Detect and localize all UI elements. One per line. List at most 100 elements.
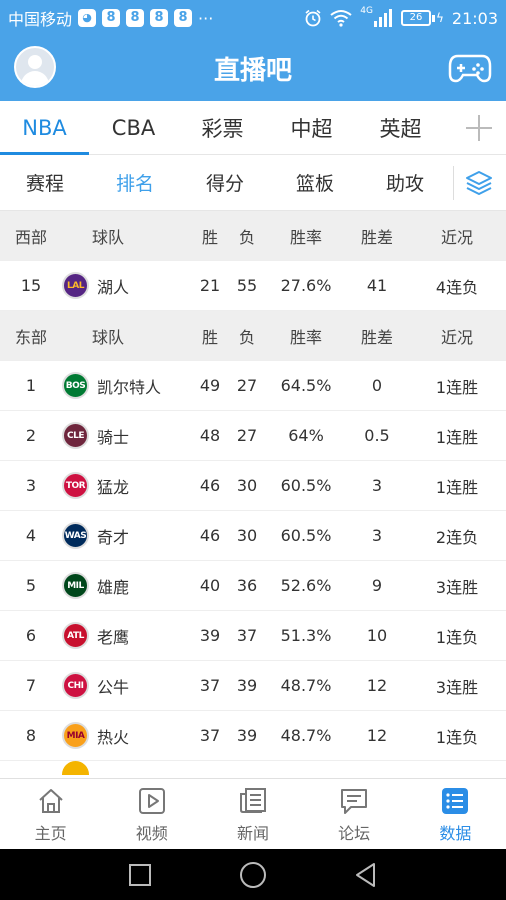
tab-epl[interactable]: 英超 <box>356 101 445 155</box>
win-pct: 51.3% <box>280 626 332 645</box>
team-name: 公牛 <box>97 677 130 697</box>
nav-data[interactable]: 数据 <box>405 779 506 850</box>
battery-icon: 26 ϟ <box>400 10 444 26</box>
losses: 37 <box>236 626 258 645</box>
team-logo-icon: ATL <box>62 622 89 649</box>
team-name: 雄鹿 <box>97 577 130 597</box>
tab-assists[interactable]: 助攻 <box>360 169 450 196</box>
tab-lottery[interactable]: 彩票 <box>178 101 267 155</box>
notification-icon-3: 8 <box>150 9 169 27</box>
nav-news[interactable]: 新闻 <box>202 779 303 850</box>
streak: 1连胜 <box>435 377 479 397</box>
games-behind: 12 <box>366 726 388 745</box>
rank: 7 <box>25 676 37 695</box>
tab-schedule[interactable]: 赛程 <box>0 169 90 196</box>
table-row[interactable]: 6 ATL 老鹰 39 37 51.3% 10 1连负 <box>0 611 506 661</box>
table-row[interactable]: 2 CLE 骑士 48 27 64% 0.5 1连胜 <box>0 411 506 461</box>
win-pct: 64.5% <box>280 376 332 395</box>
alarm-icon <box>305 9 321 27</box>
streak: 1连胜 <box>435 477 479 497</box>
rank: 4 <box>25 526 37 545</box>
team-logo-icon: MIL <box>62 572 89 599</box>
layers-icon[interactable] <box>464 168 494 198</box>
tab-csl[interactable]: 中超 <box>267 101 356 155</box>
nav-label: 数据 <box>439 823 472 843</box>
table-row[interactable]: 15 LAL 湖人 21 55 27.6% 41 4连负 <box>0 261 506 311</box>
losses: 27 <box>236 426 258 445</box>
table-header-west: 西部 球队 胜 负 胜率 胜差 近况 <box>0 211 506 261</box>
table-row[interactable]: 1 BOS 凯尔特人 49 27 64.5% 0 1连胜 <box>0 361 506 411</box>
status-bar: 中国移动 ◕ 8 8 8 8 ··· 4G 26 ϟ 21:03 <box>0 0 506 36</box>
tab-cba[interactable]: CBA <box>89 101 178 155</box>
conference-label: 东部 <box>14 327 47 347</box>
table-row[interactable]: 4 WAS 奇才 46 30 60.5% 3 2连负 <box>0 511 506 561</box>
news-icon <box>239 787 266 813</box>
recents-button[interactable] <box>129 864 151 886</box>
table-row[interactable]: 3 TOR 猛龙 46 30 60.5% 3 1连胜 <box>0 461 506 511</box>
team-name: 猛龙 <box>97 477 130 497</box>
tab-points[interactable]: 得分 <box>180 169 270 196</box>
battery-level: 26 <box>400 10 431 26</box>
data-icon <box>442 787 469 814</box>
losses: 27 <box>236 376 258 395</box>
team-name: 凯尔特人 <box>97 377 162 397</box>
streak-column-header: 近况 <box>440 327 473 347</box>
page-title: 直播吧 <box>213 56 292 86</box>
losses: 30 <box>236 476 258 495</box>
add-tab-icon[interactable] <box>466 115 492 141</box>
network-type-label: 4G <box>360 6 373 16</box>
games-behind: 3 <box>371 526 383 545</box>
streak: 1连负 <box>435 727 479 747</box>
team-name: 热火 <box>97 727 130 747</box>
tab-rebounds[interactable]: 篮板 <box>270 169 360 196</box>
streak: 3连胜 <box>435 577 479 597</box>
app-header: 直播吧 <box>0 36 506 101</box>
home-button[interactable] <box>240 862 266 888</box>
signal-icon <box>373 9 392 27</box>
nav-label: 新闻 <box>236 823 269 843</box>
games-behind: 41 <box>366 276 388 295</box>
streak: 4连负 <box>435 277 479 297</box>
conference-label: 西部 <box>14 227 47 247</box>
games-behind: 10 <box>366 626 388 645</box>
losses: 30 <box>236 526 258 545</box>
wins: 39 <box>199 626 221 645</box>
table-row[interactable]: 5 MIL 雄鹿 40 36 52.6% 9 3连胜 <box>0 561 506 611</box>
wins: 48 <box>199 426 221 445</box>
team-name: 老鹰 <box>97 627 130 647</box>
losses: 36 <box>236 576 258 595</box>
gb-column-header: 胜差 <box>360 327 393 347</box>
tab-standings[interactable]: 排名 <box>90 169 180 196</box>
back-button[interactable] <box>352 861 380 889</box>
rank: 8 <box>25 726 37 745</box>
nav-label: 视频 <box>135 823 168 843</box>
wins: 37 <box>199 676 221 695</box>
rank: 5 <box>25 576 37 595</box>
win-pct: 60.5% <box>280 526 332 545</box>
standings-table: 西部 球队 胜 负 胜率 胜差 近况 15 LAL 湖人 21 55 27.6%… <box>0 211 506 778</box>
forum-icon <box>341 788 368 814</box>
table-row[interactable]: 7 CHI 公牛 37 39 48.7% 12 3连胜 <box>0 661 506 711</box>
streak: 2连负 <box>435 527 479 547</box>
losses: 39 <box>236 726 258 745</box>
win-pct: 27.6% <box>280 276 332 295</box>
wins: 40 <box>199 576 221 595</box>
table-row[interactable]: 8 MIA 热火 37 39 48.7% 12 1连负 <box>0 711 506 761</box>
wins: 46 <box>199 526 221 545</box>
nav-video[interactable]: 视频 <box>101 779 202 850</box>
games-behind: 0.5 <box>364 426 390 445</box>
nav-label: 论坛 <box>338 823 371 843</box>
gamepad-icon[interactable] <box>448 48 492 86</box>
notification-icon-4: 8 <box>174 9 193 27</box>
win-pct: 64% <box>288 426 324 445</box>
win-pct: 48.7% <box>280 676 332 695</box>
wins: 37 <box>199 726 221 745</box>
team-logo-icon: LAL <box>62 272 89 299</box>
nav-label: 主页 <box>34 823 67 843</box>
nav-forum[interactable]: 论坛 <box>304 779 405 850</box>
losses: 55 <box>236 276 258 295</box>
nav-home[interactable]: 主页 <box>0 779 101 850</box>
avatar[interactable] <box>14 46 56 88</box>
tab-nba[interactable]: NBA <box>0 101 89 155</box>
team-column-header: 球队 <box>92 227 125 247</box>
